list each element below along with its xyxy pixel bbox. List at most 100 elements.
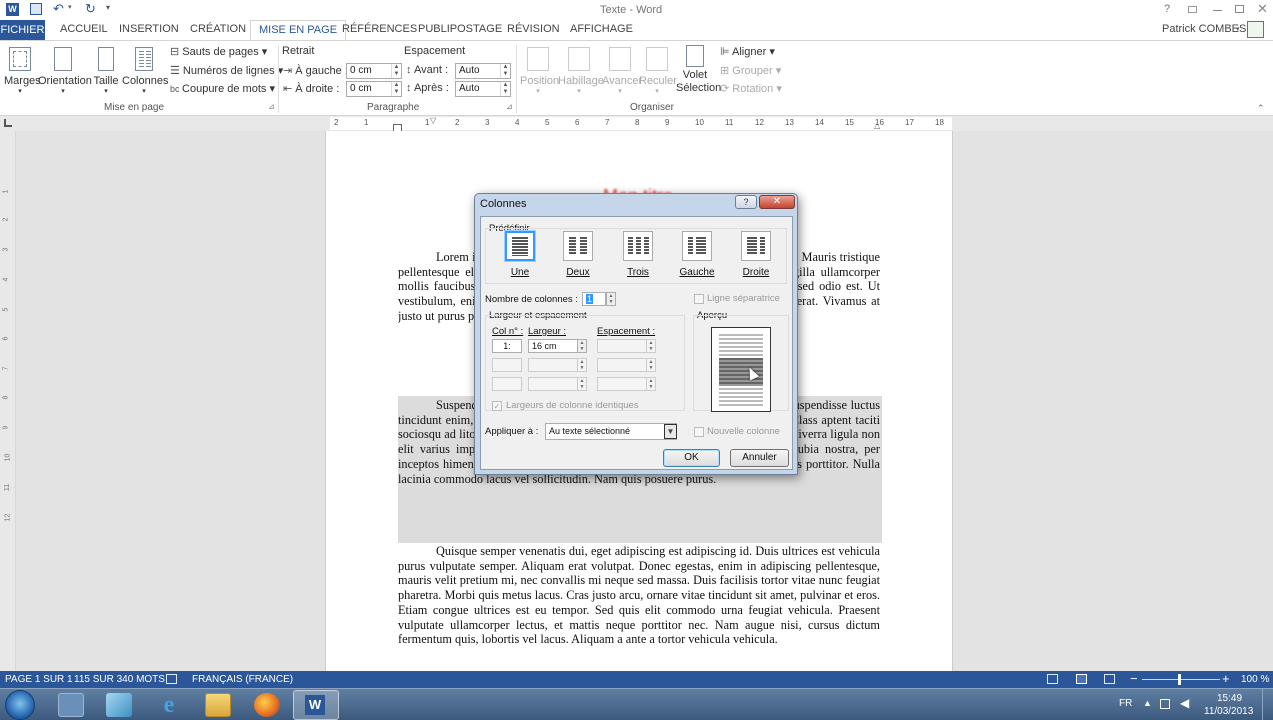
firefox-icon[interactable] — [254, 693, 280, 717]
paragraph-3[interactable]: Quisque semper venenatis dui, eget adipi… — [398, 544, 880, 648]
col-width-2-input[interactable] — [528, 358, 578, 372]
col-width-1-input[interactable]: 16 cm — [528, 339, 578, 353]
calculator-icon[interactable] — [58, 693, 84, 717]
preset-deux[interactable] — [563, 231, 593, 261]
aligner-button[interactable]: ⊫ Aligner ▾ — [720, 45, 775, 58]
col-width-1-spinner[interactable]: ▲ ▼ — [577, 339, 587, 353]
redo-icon[interactable]: ↻ — [85, 1, 96, 17]
tab-revision[interactable]: RÉVISION — [507, 23, 560, 35]
paragraphe-launcher-icon[interactable]: ⊿ — [506, 102, 513, 111]
col-width-3-input[interactable] — [528, 377, 578, 391]
position-button[interactable]: Position ▾ — [520, 47, 559, 95]
customize-qat-icon[interactable]: ▾ — [106, 3, 110, 12]
dialog-help-button[interactable]: ? — [735, 195, 757, 209]
file-explorer-icon[interactable] — [205, 693, 231, 717]
clock-time[interactable]: 15:49 — [1217, 693, 1242, 704]
tray-arrow-icon[interactable]: ▲ — [1143, 698, 1152, 708]
preset-droite[interactable] — [741, 231, 771, 261]
space-before-spinner[interactable]: ▲ ▼ — [500, 64, 510, 78]
minimize-icon[interactable] — [1213, 10, 1222, 11]
mise-en-page-launcher-icon[interactable]: ⊿ — [268, 102, 275, 111]
word-taskbar-icon[interactable]: W — [293, 690, 339, 720]
largeurs-identiques-checkbox[interactable]: ✓ — [492, 401, 502, 411]
read-mode-icon[interactable] — [1047, 674, 1058, 684]
col-spacing-2-spinner[interactable]: ▲ ▼ — [646, 358, 656, 372]
first-line-indent-icon[interactable]: ▽ — [430, 116, 436, 125]
coupure-de-mots-button[interactable]: bc Coupure de mots ▾ — [170, 82, 275, 95]
notes-app-icon[interactable] — [106, 693, 132, 717]
col-width-3-spinner[interactable]: ▲ ▼ — [577, 377, 587, 391]
avancer-button[interactable]: Avancer ▾ — [602, 47, 642, 95]
colonnes-button[interactable]: Colonnes ▾ — [122, 47, 168, 95]
collapse-ribbon-icon[interactable]: ⌃ — [1257, 103, 1265, 114]
tab-selector-icon[interactable] — [4, 119, 12, 127]
numeros-de-lignes-button[interactable]: ☰ Numéros de lignes ▾ — [170, 64, 283, 77]
network-icon[interactable] — [1160, 699, 1170, 709]
clock-date[interactable]: 11/03/2013 — [1204, 706, 1253, 717]
undo-dropdown-icon[interactable]: ▾ — [68, 3, 72, 11]
tab-affichage[interactable]: AFFICHAGE — [570, 23, 633, 35]
indent-right-input[interactable]: 0 cm ▲ ▼ — [346, 81, 402, 97]
nouvelle-colonne-checkbox[interactable] — [694, 427, 704, 437]
user-avatar[interactable] — [1247, 21, 1264, 38]
ribbon-display-icon[interactable] — [1188, 6, 1197, 13]
volet-selection-button[interactable]: Volet Sélection — [676, 45, 721, 95]
tab-publipostage[interactable]: PUBLIPOSTAGE — [418, 23, 502, 35]
tab-accueil[interactable]: ACCUEIL — [60, 23, 108, 35]
annuler-button[interactable]: Annuler — [730, 449, 789, 467]
tab-creation[interactable]: CRÉATION — [190, 23, 246, 35]
word-count[interactable]: 115 SUR 340 MOTS — [74, 674, 165, 685]
taille-button[interactable]: Taille ▾ — [92, 47, 120, 95]
dialog-close-button[interactable]: ✕ — [759, 195, 795, 209]
user-name[interactable]: Patrick COMBES — [1162, 23, 1246, 35]
grouper-button[interactable]: ⊞ Grouper ▾ — [720, 64, 781, 77]
undo-icon[interactable]: ↶ — [53, 1, 64, 17]
close-icon[interactable]: ✕ — [1257, 1, 1268, 17]
nombre-colonnes-input[interactable]: 1 — [582, 292, 606, 306]
page-count[interactable]: PAGE 1 SUR 1 — [5, 674, 73, 685]
save-icon[interactable] — [30, 3, 42, 15]
col-spacing-1-spinner[interactable]: ▲ ▼ — [646, 339, 656, 353]
rotation-button[interactable]: ⟳ Rotation ▾ — [720, 82, 782, 95]
ok-button[interactable]: OK — [663, 449, 720, 467]
ligne-separatrice-checkbox[interactable] — [694, 294, 704, 304]
zoom-slider-thumb[interactable] — [1178, 674, 1181, 685]
reculer-button[interactable]: Reculer ▾ — [639, 47, 677, 95]
space-before-input[interactable]: Auto ▲ ▼ — [455, 63, 511, 79]
preset-trois[interactable] — [623, 231, 653, 261]
right-indent-icon[interactable]: △ — [874, 121, 880, 130]
sauts-de-pages-button[interactable]: ⊟ Sauts de pages ▾ — [170, 45, 267, 58]
user-dropdown-icon[interactable]: ▾ — [1236, 25, 1240, 33]
indent-left-spinner[interactable]: ▲ ▼ — [391, 64, 401, 78]
zoom-slider[interactable] — [1142, 679, 1220, 680]
tab-fichier[interactable]: FICHIER — [0, 20, 45, 40]
tab-references[interactable]: RÉFÉRENCES — [342, 23, 417, 35]
start-button-icon[interactable] — [5, 690, 35, 720]
show-desktop-button[interactable] — [1262, 689, 1273, 720]
space-after-spinner[interactable]: ▲ ▼ — [500, 82, 510, 96]
web-layout-icon[interactable] — [1104, 674, 1115, 684]
proofing-icon[interactable] — [166, 674, 177, 684]
marges-button[interactable]: Marges ▾ — [4, 47, 41, 95]
col-spacing-2-input[interactable] — [597, 358, 647, 372]
orientation-button[interactable]: Orientation ▾ — [38, 47, 92, 95]
col-spacing-1-input[interactable] — [597, 339, 647, 353]
internet-explorer-icon[interactable]: e — [156, 693, 182, 717]
zoom-in-button[interactable]: + — [1222, 671, 1230, 686]
input-language[interactable]: FR — [1119, 698, 1132, 709]
col-spacing-3-input[interactable] — [597, 377, 647, 391]
space-after-input[interactable]: Auto ▲ ▼ — [455, 81, 511, 97]
col-spacing-3-spinner[interactable]: ▲ ▼ — [646, 377, 656, 391]
print-layout-icon[interactable] — [1076, 674, 1087, 684]
habillage-button[interactable]: Habillage ▾ — [558, 47, 604, 95]
nombre-colonnes-spinner[interactable]: ▲ ▼ — [606, 292, 616, 306]
language-status[interactable]: FRANÇAIS (FRANCE) — [192, 674, 293, 685]
volume-icon[interactable]: ◀ — [1180, 696, 1189, 710]
tab-mise-en-page[interactable]: MISE EN PAGE — [250, 20, 347, 41]
indent-right-spinner[interactable]: ▲ ▼ — [391, 82, 401, 96]
preset-une[interactable] — [505, 231, 535, 261]
tab-insertion[interactable]: INSERTION — [119, 23, 179, 35]
preset-gauche[interactable] — [682, 231, 712, 261]
zoom-level[interactable]: 100 % — [1241, 674, 1269, 685]
help-icon[interactable]: ? — [1164, 3, 1170, 15]
